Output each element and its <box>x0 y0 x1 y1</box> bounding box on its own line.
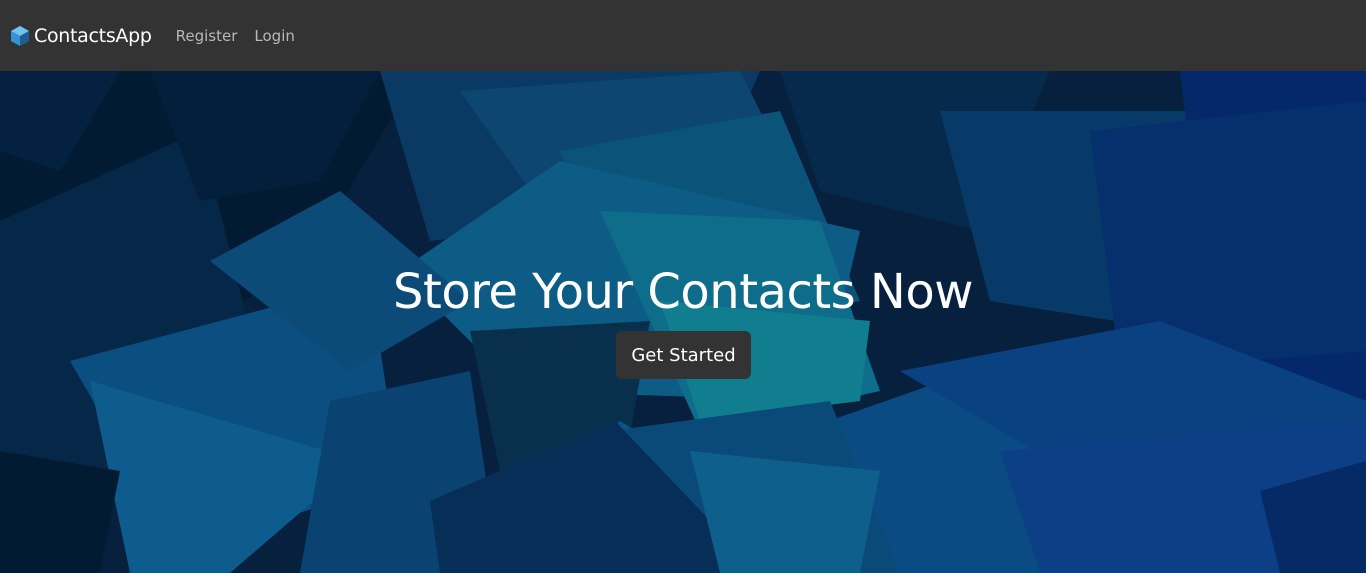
hero-section: Store Your Contacts Now Get Started <box>0 71 1366 573</box>
brand-name: ContactsApp <box>34 24 152 47</box>
navbar: ContactsApp Register Login <box>0 0 1366 71</box>
nav-link-login[interactable]: Login <box>254 27 294 45</box>
nav-links: Register Login <box>176 27 312 45</box>
cube-icon <box>10 25 30 47</box>
hero-title: Store Your Contacts Now <box>393 264 973 320</box>
nav-link-register[interactable]: Register <box>176 27 238 45</box>
brand-link[interactable]: ContactsApp <box>10 25 152 47</box>
hero-content: Store Your Contacts Now Get Started <box>0 71 1366 573</box>
get-started-button[interactable]: Get Started <box>616 331 751 379</box>
